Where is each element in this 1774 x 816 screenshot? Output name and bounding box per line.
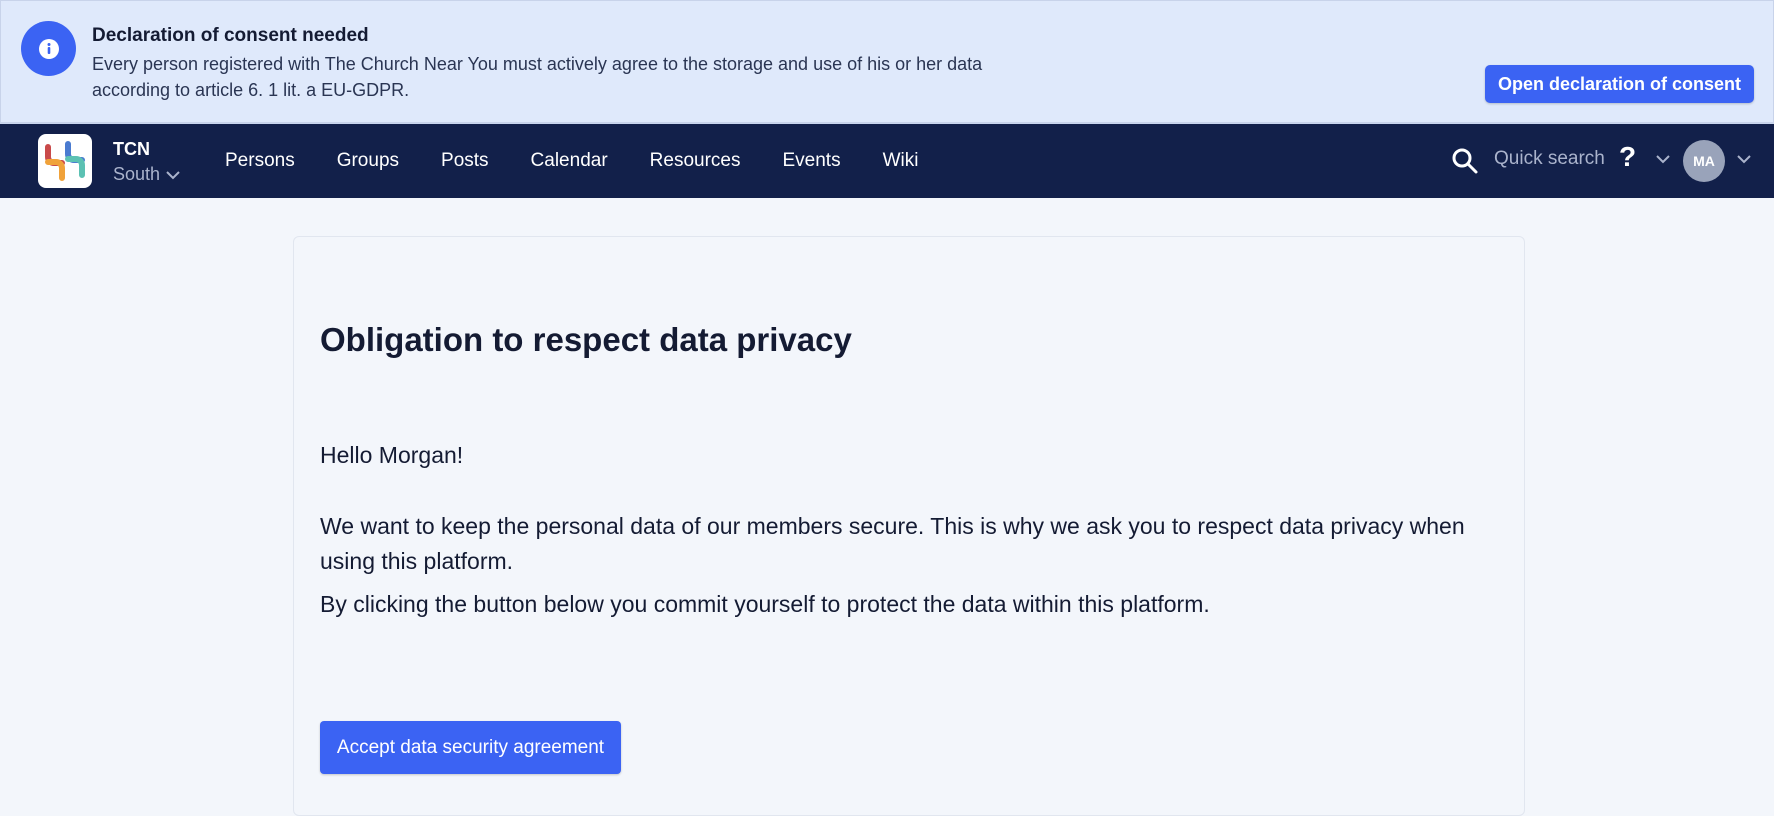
nav-link-wiki[interactable]: Wiki: [883, 150, 919, 172]
banner-text-line: Every person registered with The Church …: [92, 54, 983, 74]
chevron-down-icon[interactable]: [1736, 154, 1752, 164]
nav-link-persons[interactable]: Persons: [225, 150, 295, 172]
consent-banner: Declaration of consent needed Every pers…: [0, 0, 1774, 124]
quick-search-input[interactable]: Quick search: [1494, 148, 1605, 170]
nav-link-groups[interactable]: Groups: [337, 150, 399, 172]
privacy-card: Obligation to respect data privacy Hello…: [293, 236, 1525, 816]
commit-paragraph: By clicking the button below you commit …: [320, 591, 1210, 617]
greeting-text: Hello Morgan!: [320, 442, 464, 468]
info-icon: [21, 21, 76, 76]
accept-agreement-button[interactable]: Accept data security agreement: [320, 721, 621, 774]
banner-title: Declaration of consent needed: [92, 25, 369, 46]
banner-text-line: according to article 6. 1 lit. a EU-GDPR…: [92, 80, 410, 100]
chevron-down-icon[interactable]: [1655, 154, 1671, 164]
nav-link-events[interactable]: Events: [782, 150, 840, 172]
help-icon[interactable]: ?: [1619, 141, 1636, 173]
search-icon[interactable]: [1451, 147, 1479, 175]
avatar[interactable]: MA: [1683, 140, 1725, 182]
nav-link-calendar[interactable]: Calendar: [531, 150, 608, 172]
page-title: Obligation to respect data privacy: [320, 321, 852, 358]
privacy-paragraph: We want to keep the personal data of our…: [320, 513, 1465, 574]
chevron-down-icon: [166, 170, 180, 179]
org-sub-label: South: [113, 164, 161, 184]
nav-links: Persons Groups Posts Calendar Resources …: [225, 124, 960, 198]
org-switcher[interactable]: South: [113, 164, 180, 185]
org-name: TCN: [113, 139, 150, 159]
tcn-logo[interactable]: [38, 134, 92, 188]
top-navigation: TCN South Persons Groups Posts Calendar …: [0, 124, 1774, 198]
banner-text: Every person registered with The Church …: [92, 51, 1032, 103]
nav-link-resources[interactable]: Resources: [650, 150, 741, 172]
open-declaration-button[interactable]: Open declaration of consent: [1485, 65, 1754, 103]
nav-link-posts[interactable]: Posts: [441, 150, 489, 172]
